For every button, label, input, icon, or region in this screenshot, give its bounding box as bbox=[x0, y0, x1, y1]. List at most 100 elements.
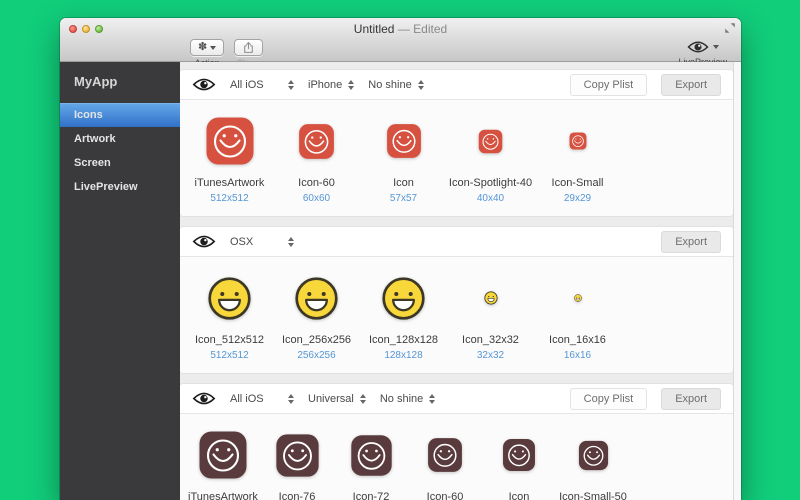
icon-preview bbox=[207, 267, 252, 329]
app-icon-smiley bbox=[569, 132, 587, 150]
dropdown-label: All iOS bbox=[230, 79, 264, 91]
icon-tile: Icon57x57 bbox=[482, 424, 556, 500]
icon-set-section: OSXExportIcon_512x512512x512Icon_256x256… bbox=[180, 227, 733, 373]
zoom-button[interactable] bbox=[95, 25, 103, 33]
icon-name: Icon bbox=[509, 491, 530, 500]
dropdown-label: No shine bbox=[380, 393, 423, 405]
visibility-toggle[interactable] bbox=[192, 391, 216, 406]
close-button[interactable] bbox=[69, 25, 77, 33]
app-icon-smiley bbox=[386, 123, 422, 159]
livepreview-button[interactable] bbox=[687, 38, 719, 55]
icon-tile: Icon_32x32 32x32 bbox=[447, 267, 534, 361]
copy-plist-button[interactable]: Copy Plist bbox=[570, 74, 648, 96]
sidebar-item-screen[interactable]: Screen bbox=[60, 151, 180, 175]
icon-name: Icon-72 bbox=[353, 491, 390, 500]
app-icon-smiley bbox=[298, 123, 335, 160]
emoji-icon-smiley bbox=[294, 276, 339, 321]
dropdown-label: iPhone bbox=[308, 79, 342, 91]
app-icon-smiley bbox=[198, 430, 248, 480]
share-icon bbox=[242, 41, 255, 54]
export-button[interactable]: Export bbox=[661, 388, 721, 410]
dropdown-label: Universal bbox=[308, 393, 354, 405]
app-window: Untitled — Edited ✽ Action bbox=[60, 18, 741, 500]
icon-tile: Icon-7676x76 bbox=[260, 424, 334, 500]
icon-tile: Icon-6060x60 bbox=[273, 110, 360, 204]
chevron-down-icon bbox=[713, 45, 719, 49]
icon-preview bbox=[578, 424, 609, 486]
emoji-icon-smiley bbox=[484, 291, 498, 305]
icon-name: Icon_256x256 bbox=[282, 334, 351, 346]
icon-size: 40x40 bbox=[477, 193, 504, 204]
sidebar-item-icons[interactable]: Icons bbox=[60, 103, 180, 127]
stepper-icon bbox=[288, 394, 294, 404]
titlebar: Untitled — Edited bbox=[60, 18, 741, 39]
icon-preview bbox=[198, 424, 248, 486]
icon-size: 57x57 bbox=[390, 193, 417, 204]
dropdown-all-ios[interactable]: All iOS bbox=[230, 393, 294, 405]
sections: All iOSiPhoneNo shineCopy PlistExportiTu… bbox=[180, 62, 733, 500]
fullscreen-icon[interactable] bbox=[724, 22, 736, 34]
icon-set-section: All iOS Universal No shine Copy Plist Export… bbox=[180, 384, 733, 500]
eye-visibility-icon bbox=[192, 77, 216, 92]
share-button[interactable] bbox=[234, 39, 263, 56]
stepper-icon bbox=[288, 237, 294, 247]
icon-size: 32x32 bbox=[477, 350, 504, 361]
app-icon-smiley bbox=[427, 437, 463, 473]
sidebar-item-livepreview[interactable]: LivePreview bbox=[60, 175, 180, 199]
icon-size: 16x16 bbox=[564, 350, 591, 361]
stepper-icon bbox=[348, 80, 354, 90]
app-icon-smiley bbox=[502, 438, 536, 472]
icon-tile: Icon-7272x72 bbox=[334, 424, 408, 500]
export-button[interactable]: Export bbox=[661, 74, 721, 96]
minimize-button[interactable] bbox=[82, 25, 90, 33]
app-icon-smiley bbox=[350, 434, 393, 477]
sidebar-item-artwork[interactable]: Artwork bbox=[60, 127, 180, 151]
icon-name: Icon-60 bbox=[298, 177, 335, 189]
icon-preview bbox=[205, 110, 255, 172]
icon-name: Icon_16x16 bbox=[549, 334, 606, 346]
emoji-icon-smiley bbox=[574, 294, 582, 302]
window-header: Untitled — Edited ✽ Action bbox=[60, 18, 741, 62]
dropdown-no-shine[interactable]: No shine bbox=[368, 79, 423, 91]
icon-name: Icon bbox=[393, 177, 414, 189]
stepper-icon bbox=[418, 80, 424, 90]
icon-tile: Icon_16x16 16x16 bbox=[534, 267, 621, 361]
dropdown-iphone[interactable]: iPhone bbox=[308, 79, 354, 91]
icon-tile: Icon-Small29x29 bbox=[534, 110, 621, 204]
visibility-toggle[interactable] bbox=[192, 77, 216, 92]
app-icon-smiley bbox=[205, 116, 255, 166]
dropdown-osx[interactable]: OSX bbox=[230, 236, 294, 248]
icon-size: 256x256 bbox=[297, 350, 335, 361]
dropdown-label: No shine bbox=[368, 79, 411, 91]
action-button[interactable]: ✽ bbox=[190, 39, 224, 56]
export-button[interactable]: Export bbox=[661, 231, 721, 253]
app-icon-smiley bbox=[275, 433, 320, 478]
icon-tile: Icon-Spotlight-4040x40 bbox=[447, 110, 534, 204]
stepper-icon bbox=[429, 394, 435, 404]
visibility-toggle[interactable] bbox=[192, 234, 216, 249]
icon-tile: Icon_256x256 256x256 bbox=[273, 267, 360, 361]
icon-name: Icon-60 bbox=[427, 491, 464, 500]
icon-preview bbox=[386, 110, 422, 172]
section-header: All iOS iPhone No shine Copy Plist Export bbox=[180, 70, 733, 100]
chevron-down-icon bbox=[210, 46, 216, 50]
icon-name: Icon-Small bbox=[552, 177, 604, 189]
icon-preview bbox=[478, 110, 503, 172]
copy-plist-button[interactable]: Copy Plist bbox=[570, 388, 648, 410]
icon-tile: Icon 57x57 bbox=[360, 110, 447, 204]
app-icon-smiley bbox=[478, 129, 503, 154]
emoji-icon-smiley bbox=[207, 276, 252, 321]
icon-tile: Icon_128x128128x128 bbox=[360, 267, 447, 361]
icon-name: Icon_32x32 bbox=[462, 334, 519, 346]
icon-preview bbox=[350, 424, 393, 486]
icon-tile: Icon-Small-5050x50 bbox=[556, 424, 630, 500]
dropdown-no-shine[interactable]: No shine bbox=[380, 393, 435, 405]
icon-preview bbox=[298, 110, 335, 172]
vertical-scrollbar[interactable] bbox=[733, 62, 741, 500]
stepper-icon bbox=[360, 394, 366, 404]
dropdown-all-ios[interactable]: All iOS bbox=[230, 79, 294, 91]
icon-grid: Icon_512x512512x512Icon_256x256256x256Ic… bbox=[180, 257, 733, 373]
icon-name: Icon_512x512 bbox=[195, 334, 264, 346]
icon-preview bbox=[574, 267, 582, 329]
dropdown-universal[interactable]: Universal bbox=[308, 393, 366, 405]
